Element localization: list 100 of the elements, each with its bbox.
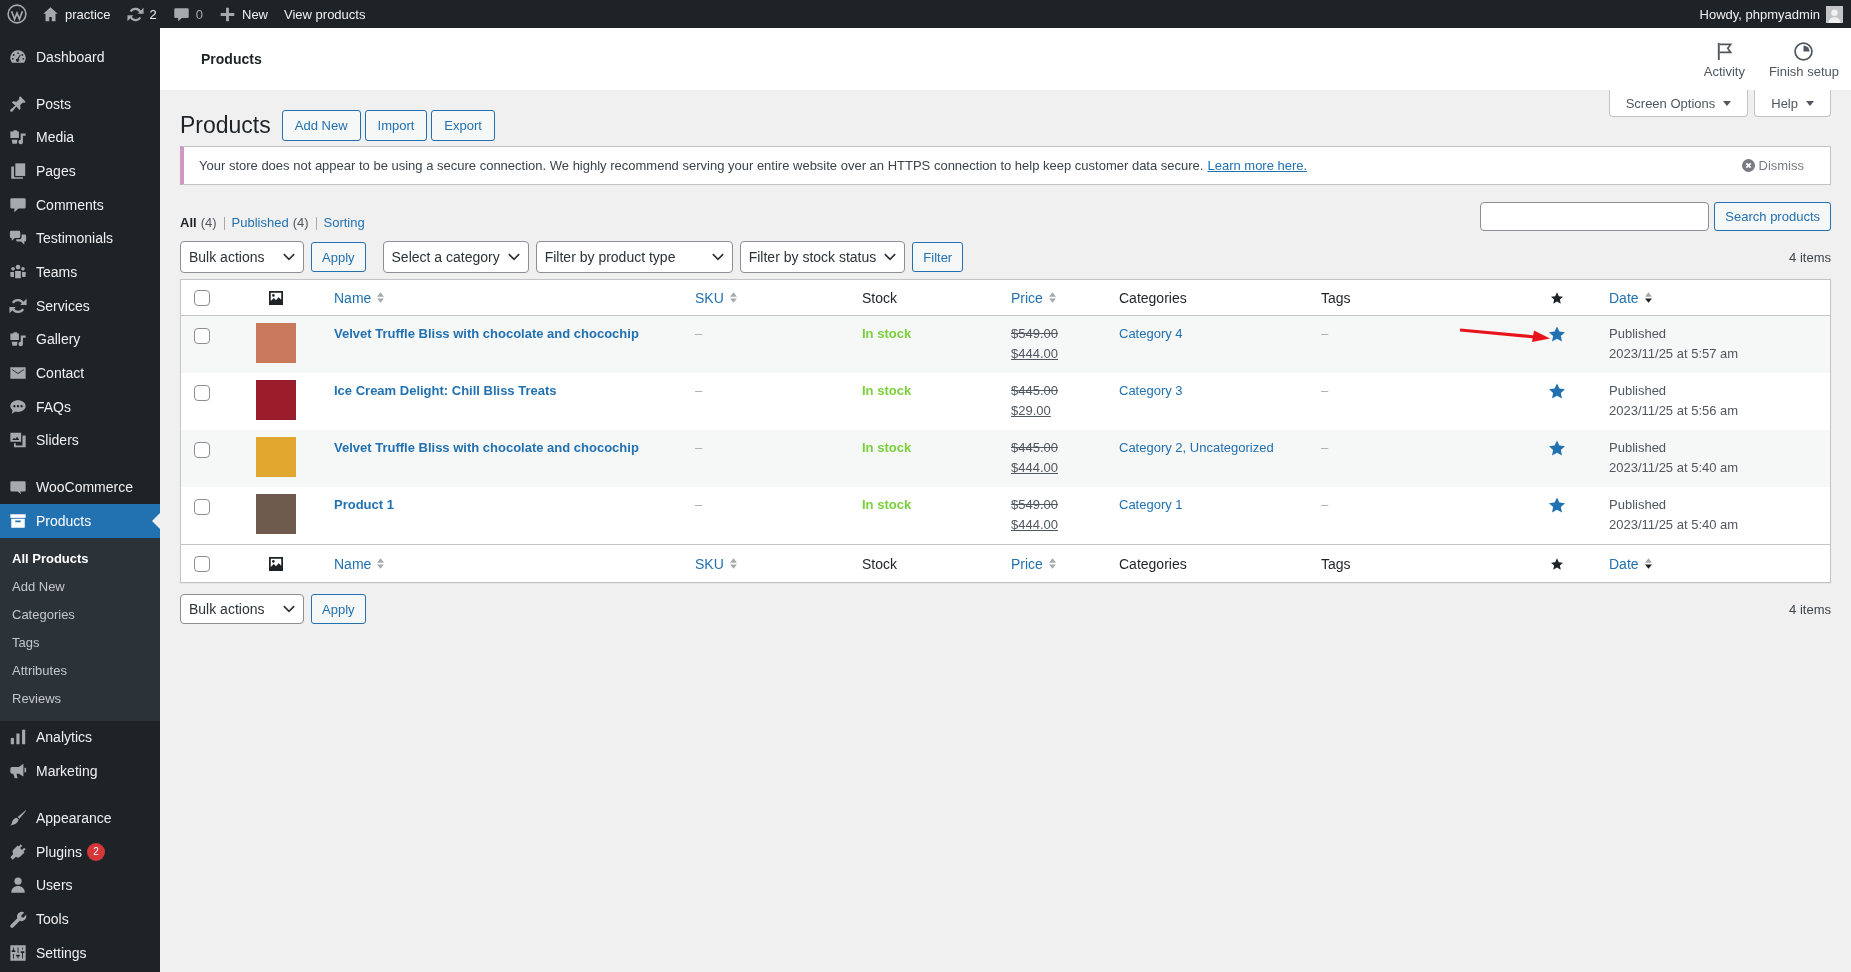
learn-more-link[interactable]: Learn more here. [1207, 158, 1308, 173]
category-link[interactable]: Category 3 [1119, 381, 1183, 401]
publish-date: 2023/11/25 at 5:57 am [1609, 345, 1739, 363]
comments-link[interactable]: 0 [164, 0, 211, 28]
sidebar-menu-item[interactable]: Contact [0, 356, 160, 390]
sort-column-link[interactable]: Name [334, 555, 385, 572]
sort-column-link[interactable]: Price [1011, 555, 1056, 572]
featured-star-icon[interactable] [1549, 383, 1565, 399]
view-products-link[interactable]: View products [276, 0, 374, 28]
sidebar-menu-item[interactable]: Marketing [0, 754, 160, 788]
submenu-item[interactable]: Categories [0, 600, 160, 629]
action-button[interactable]: Apply [311, 594, 366, 624]
search-field[interactable] [1480, 202, 1710, 231]
sort-column-link[interactable]: SKU [695, 555, 737, 572]
select-all-checkbox[interactable] [194, 555, 210, 572]
featured-star-icon[interactable] [1549, 326, 1565, 342]
account-link[interactable]: Howdy, phpmyadmin [1691, 0, 1843, 28]
sort-column-link[interactable]: Name [334, 289, 385, 306]
sidebar-menu-item[interactable]: Comments [0, 187, 160, 222]
view-filter-link[interactable]: Sorting [323, 215, 365, 231]
row-checkbox[interactable] [194, 499, 210, 515]
dropdown[interactable]: Select a category [382, 241, 529, 273]
archive-box-icon [9, 511, 27, 530]
dismiss-button[interactable]: Dismiss [1741, 158, 1804, 173]
product-name-link[interactable]: Velvet Truffle Bliss with chocolate and chocochip [334, 438, 639, 458]
sidebar-menu-item[interactable]: Services [0, 288, 160, 323]
sidebar-menu-item[interactable]: WooCommerce [0, 470, 160, 504]
sidebar-menu-item[interactable]: Tools [0, 902, 160, 936]
page-action-button[interactable]: Export [431, 110, 495, 141]
dropdown[interactable]: Bulk actions [180, 241, 304, 273]
action-button[interactable]: Apply [311, 242, 366, 272]
wrench-icon [9, 909, 27, 928]
publish-date: 2023/11/25 at 5:56 am [1609, 402, 1739, 420]
submenu-item[interactable]: Tags [0, 628, 160, 657]
row-checkbox[interactable] [194, 328, 210, 344]
circular-arrows-icon [9, 296, 27, 315]
star-icon [1551, 557, 1563, 570]
sidebar-menu-item[interactable]: Media [0, 120, 160, 155]
action-button[interactable]: Filter [912, 242, 964, 272]
submenu-item[interactable]: Add New [0, 572, 160, 601]
site-logo-icon[interactable] [7, 4, 27, 24]
submenu-item[interactable]: All Products [0, 544, 160, 573]
product-name-link[interactable]: Product 1 [334, 495, 394, 515]
sku-value: – [695, 325, 703, 343]
sidebar-menu-item[interactable]: Settings [0, 935, 160, 970]
sidebar-menu-item[interactable]: Posts [0, 86, 160, 121]
submenu-item[interactable]: Attributes [0, 656, 160, 685]
sidebar-menu-item[interactable]: Sliders [0, 423, 160, 458]
page-action-button[interactable]: Add New [281, 110, 361, 141]
sidebar-menu-item[interactable]: Gallery [0, 322, 160, 357]
sidebar-menu-item[interactable]: Pages [0, 154, 160, 188]
sidebar-menu-item[interactable]: Analytics [0, 720, 160, 755]
row-checkbox[interactable] [194, 385, 210, 401]
post-status: Published [1609, 439, 1667, 457]
tags-value: – [1321, 439, 1329, 457]
row-checkbox[interactable] [194, 442, 210, 458]
sort-column-link[interactable]: Date [1609, 555, 1652, 572]
sale-price: $444.00 [1011, 459, 1058, 477]
sidebar-menu-item[interactable]: Testimonials [0, 221, 160, 256]
sidebar-menu-item[interactable]: Users [0, 868, 160, 903]
view-filter-link[interactable]: All (4) [180, 215, 217, 231]
featured-star-icon[interactable] [1549, 497, 1565, 513]
regular-price: $549.00 [1011, 496, 1058, 514]
sidebar-menu-item[interactable]: FAQs [0, 389, 160, 424]
featured-star-icon[interactable] [1549, 440, 1565, 456]
page-action-button[interactable]: Import [364, 110, 428, 141]
publish-date: 2023/11/25 at 5:40 am [1609, 516, 1739, 534]
site-name-link[interactable]: practice [34, 0, 119, 28]
sidebar-menu-item[interactable]: Teams [0, 255, 160, 289]
dropdown[interactable]: Filter by product type [535, 241, 733, 273]
screen-tab-button[interactable]: Screen Options [1608, 90, 1749, 117]
category-link[interactable]: Category 4 [1119, 324, 1183, 344]
submenu-item[interactable]: Reviews [0, 684, 160, 713]
megaphone-icon [9, 762, 27, 781]
sort-column-link[interactable]: SKU [695, 289, 737, 306]
person-icon [9, 876, 27, 895]
screen-tab-button[interactable]: Help [1754, 90, 1831, 117]
view-filter-link[interactable]: Published (4) [231, 215, 309, 231]
sidebar-menu-item[interactable]: Dashboard [0, 40, 160, 74]
sidebar-menu-item[interactable]: Plugins 2 [0, 834, 160, 869]
items-count: 4 items [1789, 249, 1831, 265]
sort-column-link[interactable]: Date [1609, 289, 1652, 306]
sort-column-link[interactable]: Price [1011, 289, 1056, 306]
select-all-checkbox[interactable] [194, 289, 210, 306]
post-status: Published [1609, 496, 1667, 514]
dropdown[interactable]: Filter by stock status [739, 241, 906, 273]
sidebar-menu-item[interactable]: Products [0, 503, 160, 538]
updates-link[interactable]: 2 [118, 0, 165, 28]
dropdown[interactable]: Bulk actions [180, 594, 304, 624]
image-icon [269, 290, 283, 305]
header-action-button[interactable]: Finish setup [1768, 42, 1839, 80]
product-name-link[interactable]: Ice Cream Delight: Chill Bliss Treats [334, 381, 557, 401]
category-link[interactable]: Category 2, Uncategorized [1119, 438, 1274, 458]
product-name-link[interactable]: Velvet Truffle Bliss with chocolate and chocochip [334, 324, 639, 344]
column-heading: Categories [1119, 555, 1187, 572]
header-action-button[interactable]: Activity [1703, 42, 1745, 80]
search-button[interactable]: Search products [1714, 202, 1831, 231]
new-content-link[interactable]: New [211, 0, 276, 28]
category-link[interactable]: Category 1 [1119, 495, 1183, 515]
sidebar-menu-item[interactable]: Appearance [0, 801, 160, 835]
